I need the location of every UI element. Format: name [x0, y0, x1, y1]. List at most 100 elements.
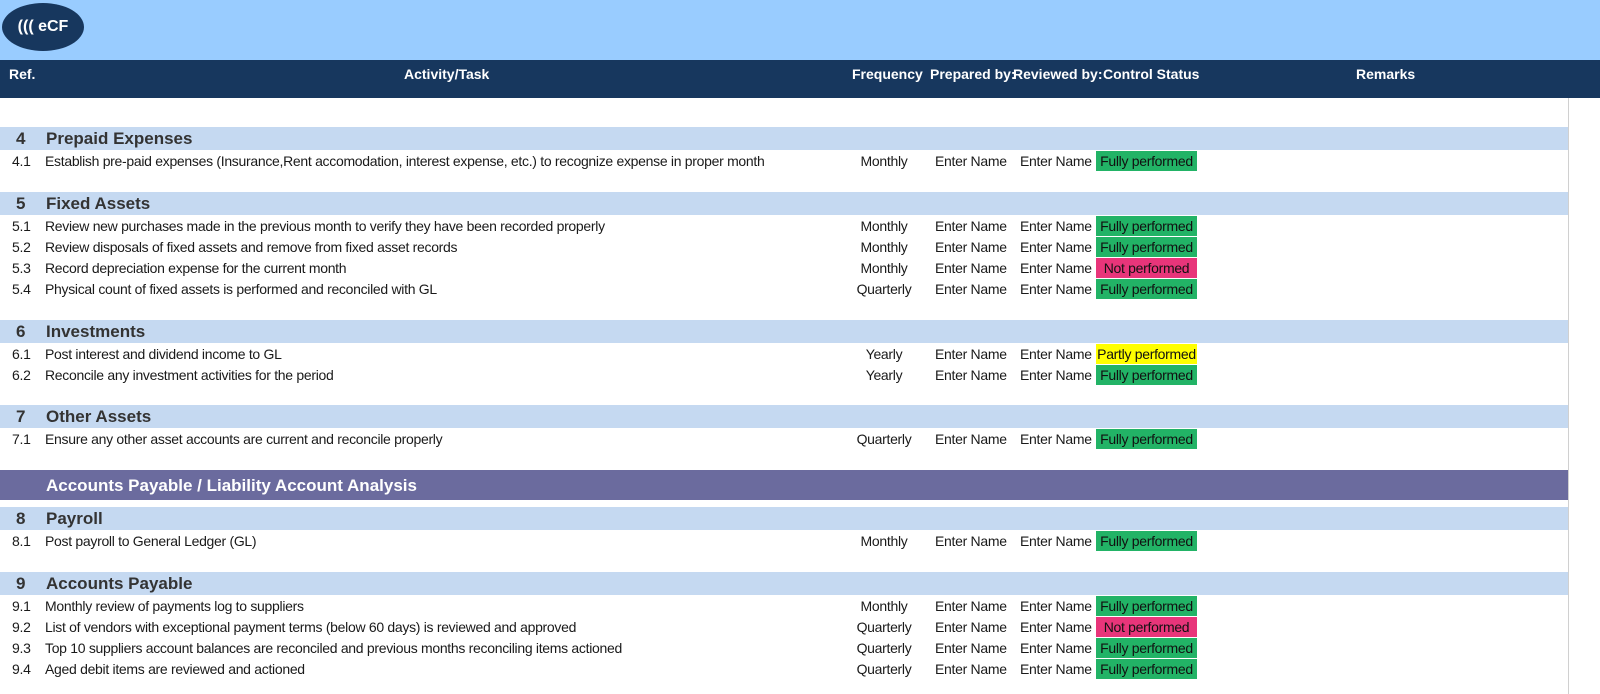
- row-prepared-by[interactable]: Enter Name: [935, 239, 1007, 255]
- row-frequency: Quarterly: [856, 281, 912, 297]
- section-header-accounts-payable: 9 Accounts Payable: [0, 572, 1568, 595]
- section-title: Accounts Payable: [46, 574, 193, 593]
- row-prepared-by[interactable]: Enter Name: [935, 661, 1007, 677]
- row-ref: 9.4: [12, 661, 31, 677]
- row-reviewed-by[interactable]: Enter Name: [1020, 260, 1092, 276]
- table-row: 5.2 Review disposals of fixed assets and …: [0, 237, 1568, 258]
- section-number: 8: [16, 509, 26, 528]
- row-prepared-by[interactable]: Enter Name: [935, 598, 1007, 614]
- row-reviewed-by[interactable]: Enter Name: [1020, 598, 1092, 614]
- row-prepared-by[interactable]: Enter Name: [935, 619, 1007, 635]
- section-title: Investments: [46, 322, 146, 341]
- section-header-prepaid-expenses: 4 Prepaid Expenses: [0, 127, 1568, 150]
- row-ref: 9.1: [12, 598, 31, 614]
- row-frequency: Monthly: [860, 598, 908, 614]
- row-reviewed-by[interactable]: Enter Name: [1020, 281, 1092, 297]
- row-frequency: Monthly: [860, 260, 908, 276]
- row-frequency: Monthly: [860, 218, 908, 234]
- control-status-cell[interactable]: Fully performed: [1096, 429, 1197, 449]
- row-reviewed-by[interactable]: Enter Name: [1020, 153, 1092, 169]
- control-status-cell[interactable]: Fully performed: [1096, 365, 1197, 385]
- top-banner: ((( eCF: [0, 0, 1600, 60]
- row-task: Aged debit items are reviewed and action…: [45, 661, 305, 677]
- control-status-cell[interactable]: Fully performed: [1096, 151, 1197, 171]
- table-row: 6.1 Post interest and dividend income to …: [0, 344, 1568, 365]
- row-reviewed-by[interactable]: Enter Name: [1020, 367, 1092, 383]
- row-frequency: Quarterly: [856, 431, 912, 447]
- table-row: 7.1 Ensure any other asset accounts are c…: [0, 429, 1568, 450]
- row-reviewed-by[interactable]: Enter Name: [1020, 533, 1092, 549]
- section-number: 9: [16, 574, 26, 593]
- row-ref: 6.2: [12, 367, 31, 383]
- control-status-cell[interactable]: Partly performed: [1096, 344, 1197, 364]
- section-title: Payroll: [46, 509, 103, 528]
- row-prepared-by[interactable]: Enter Name: [935, 533, 1007, 549]
- table-row: 9.4 Aged debit items are reviewed and act…: [0, 659, 1568, 680]
- control-status-cell[interactable]: Fully performed: [1096, 216, 1197, 236]
- header-activity-task: Activity/Task: [404, 66, 490, 82]
- row-prepared-by[interactable]: Enter Name: [935, 218, 1007, 234]
- row-ref: 5.4: [12, 281, 31, 297]
- row-reviewed-by[interactable]: Enter Name: [1020, 346, 1092, 362]
- row-prepared-by[interactable]: Enter Name: [935, 367, 1007, 383]
- section-header-payroll: 8 Payroll: [0, 507, 1568, 530]
- row-task: Establish pre-paid expenses (Insurance,R…: [45, 153, 765, 169]
- control-status-cell[interactable]: Fully performed: [1096, 596, 1197, 616]
- row-frequency: Yearly: [865, 367, 903, 383]
- row-frequency: Quarterly: [856, 619, 912, 635]
- control-status-cell[interactable]: Fully performed: [1096, 659, 1197, 679]
- sheet-right-border: [1568, 98, 1569, 694]
- row-ref: 5.1: [12, 218, 31, 234]
- section-header-investments: 6 Investments: [0, 320, 1568, 343]
- section-title: Other Assets: [46, 407, 152, 426]
- header-control-status: Control Status: [1103, 66, 1200, 82]
- header-reviewed-by: Reviewed by:: [1013, 66, 1103, 82]
- row-prepared-by[interactable]: Enter Name: [935, 260, 1007, 276]
- row-reviewed-by[interactable]: Enter Name: [1020, 661, 1092, 677]
- control-status-cell[interactable]: Fully performed: [1096, 638, 1197, 658]
- table-row: 9.2 List of vendors with exceptional paym…: [0, 617, 1568, 638]
- row-prepared-by[interactable]: Enter Name: [935, 640, 1007, 656]
- table-row: 5.3 Record depreciation expense for the c…: [0, 258, 1568, 279]
- band-title: Accounts Payable / Liability Account Ana…: [46, 476, 417, 495]
- row-task: Review new purchases made in the previou…: [45, 218, 605, 234]
- row-task: Ensure any other asset accounts are curr…: [45, 431, 443, 447]
- row-task: Post payroll to General Ledger (GL): [45, 533, 257, 549]
- row-task: List of vendors with exceptional payment…: [45, 619, 577, 635]
- row-ref: 7.1: [12, 431, 31, 447]
- control-status-cell[interactable]: Fully performed: [1096, 237, 1197, 257]
- row-ref: 8.1: [12, 533, 31, 549]
- control-status-cell[interactable]: Fully performed: [1096, 531, 1197, 551]
- row-ref: 6.1: [12, 346, 31, 362]
- row-reviewed-by[interactable]: Enter Name: [1020, 218, 1092, 234]
- row-prepared-by[interactable]: Enter Name: [935, 346, 1007, 362]
- row-task: Record depreciation expense for the curr…: [45, 260, 347, 276]
- row-reviewed-by[interactable]: Enter Name: [1020, 431, 1092, 447]
- row-task: Physical count of fixed assets is perfor…: [45, 281, 437, 297]
- ecf-logo: ((( eCF: [2, 3, 84, 51]
- row-prepared-by[interactable]: Enter Name: [935, 153, 1007, 169]
- header-ref: Ref.: [9, 66, 36, 82]
- row-prepared-by[interactable]: Enter Name: [935, 281, 1007, 297]
- row-ref: 4.1: [12, 153, 31, 169]
- row-ref: 5.3: [12, 260, 31, 276]
- row-task: Post interest and dividend income to GL: [45, 346, 282, 362]
- row-ref: 5.2: [12, 239, 31, 255]
- row-reviewed-by[interactable]: Enter Name: [1020, 640, 1092, 656]
- control-status-cell[interactable]: Not performed: [1096, 258, 1197, 278]
- control-status-cell[interactable]: Fully performed: [1096, 279, 1197, 299]
- table-row: 6.2 Reconcile any investment activities f…: [0, 365, 1568, 386]
- group-band-accounts-payable: Accounts Payable / Liability Account Ana…: [0, 470, 1568, 500]
- table-row: 8.1 Post payroll to General Ledger (GL) Mo…: [0, 531, 1568, 552]
- section-number: 5: [16, 194, 26, 213]
- row-task: Reconcile any investment activities for …: [45, 367, 334, 383]
- section-header-fixed-assets: 5 Fixed Assets: [0, 192, 1568, 215]
- header-remarks: Remarks: [1356, 66, 1416, 82]
- header-prepared-by: Prepared by:: [930, 66, 1016, 82]
- row-reviewed-by[interactable]: Enter Name: [1020, 239, 1092, 255]
- row-frequency: Monthly: [860, 533, 908, 549]
- row-reviewed-by[interactable]: Enter Name: [1020, 619, 1092, 635]
- row-frequency: Quarterly: [856, 640, 912, 656]
- row-prepared-by[interactable]: Enter Name: [935, 431, 1007, 447]
- control-status-cell[interactable]: Not performed: [1096, 617, 1197, 637]
